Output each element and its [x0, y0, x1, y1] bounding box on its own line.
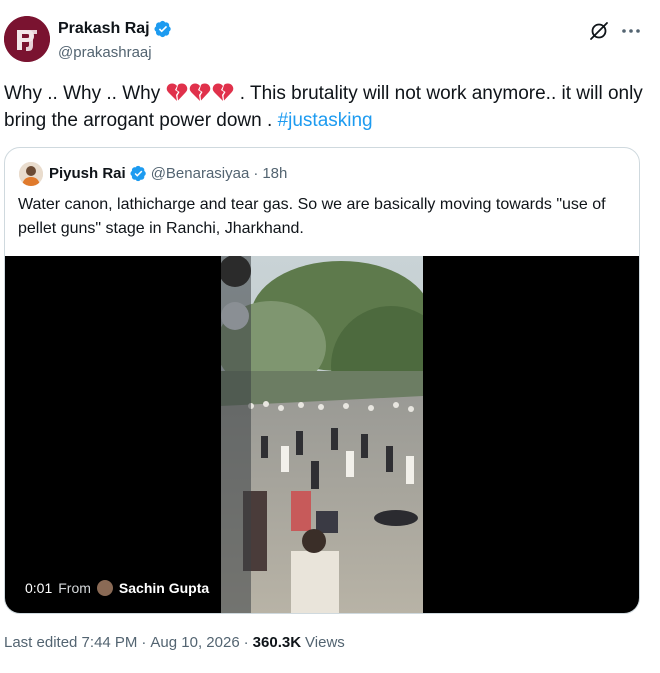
tweet-text-part-1: Why .. Why .. Why — [4, 83, 166, 104]
quoted-timestamp[interactable]: 18h — [262, 165, 287, 182]
video-attribution-overlay: 0:01 From Sachin Gupta — [17, 575, 218, 601]
broken-heart-emojis — [166, 83, 235, 104]
video-still-image — [221, 256, 423, 613]
tweet-text: Why .. Why .. Why . This brutality will … — [4, 80, 644, 134]
broken-heart-icon — [166, 83, 187, 101]
quoted-header: Piyush Rai @Benarasiyaa · 18h — [49, 165, 287, 182]
author-avatar[interactable] — [4, 16, 50, 62]
video-source-avatar[interactable] — [96, 580, 113, 596]
video-timestamp: 0:01 — [25, 580, 53, 596]
edited-timestamp[interactable]: Last edited 7:44 PM — [4, 634, 137, 651]
verified-badge-icon — [154, 20, 171, 38]
more-options-icon[interactable] — [620, 20, 642, 42]
post-date[interactable]: Aug 10, 2026 — [150, 634, 239, 651]
quoted-display-name[interactable]: Piyush Rai — [49, 165, 126, 182]
prakash-raj-logo-icon — [4, 16, 50, 62]
quoted-separator: · — [253, 165, 259, 182]
quoted-handle[interactable]: @Benarasiyaa — [151, 165, 250, 182]
quoted-tweet-card[interactable]: Piyush Rai @Benarasiyaa · 18h Water cano… — [4, 147, 640, 614]
tweet-meta: Last edited 7:44 PM · Aug 10, 2026 · 360… — [4, 634, 345, 651]
views-count: 360.3K — [252, 634, 302, 651]
author-name-row: Prakash Raj — [58, 20, 172, 38]
quoted-text: Water canon, lathicharge and tear gas. S… — [18, 196, 606, 237]
person-avatar-icon — [19, 162, 43, 186]
video-from-label: From — [58, 580, 91, 596]
meta-separator: · — [141, 634, 147, 651]
tweet-post: Prakash Raj @prakashraaj Why .. Why .. W… — [0, 0, 660, 673]
author-handle[interactable]: @prakashraaj — [58, 44, 152, 61]
grok-icon[interactable] — [588, 20, 610, 42]
views-label: Views — [305, 634, 345, 651]
broken-heart-icon — [212, 83, 233, 101]
author-display-name[interactable]: Prakash Raj — [58, 20, 150, 38]
verified-badge-icon — [130, 165, 146, 182]
quoted-author-avatar[interactable] — [19, 162, 43, 186]
meta-separator: · — [243, 634, 249, 651]
video-frame[interactable] — [221, 256, 423, 613]
video-source-name[interactable]: Sachin Gupta — [119, 580, 209, 596]
hashtag-link[interactable]: #justasking — [278, 110, 373, 131]
broken-heart-icon — [189, 83, 210, 101]
video-player[interactable]: 0:01 From Sachin Gupta — [5, 256, 639, 613]
